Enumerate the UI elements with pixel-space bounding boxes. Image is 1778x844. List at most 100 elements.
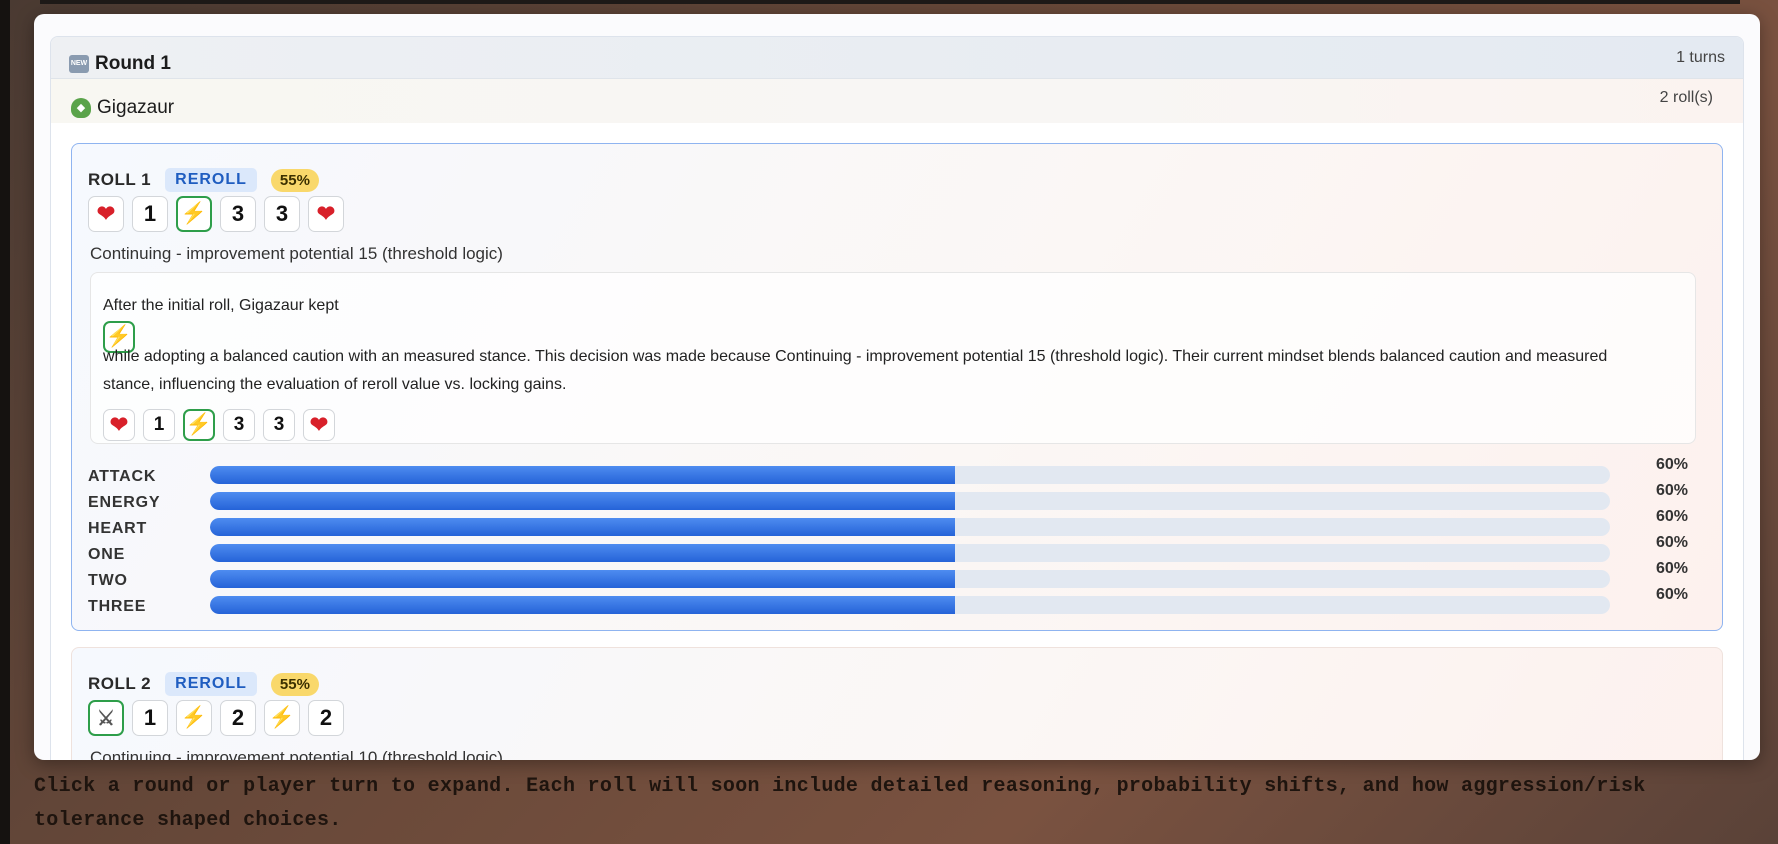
- probability-bar-fill: [210, 492, 955, 510]
- die-value: 3: [233, 414, 245, 435]
- help-text: Click a round or player turn to expand. …: [34, 775, 1646, 832]
- die-heart[interactable]: ❤: [103, 409, 135, 441]
- reasoning-dice-row: ❤ 1 ⚡ 3 3 ❤: [103, 409, 335, 441]
- roll-header: ROLL 1 REROLL 55%: [88, 168, 319, 192]
- probability-bar-track: [210, 596, 1610, 614]
- probability-badge: 55%: [270, 168, 319, 192]
- probability-row-energy: ENERGY 60%: [88, 482, 1708, 514]
- probability-percent: 60%: [1655, 456, 1688, 473]
- die-energy[interactable]: ⚡: [176, 196, 212, 232]
- probability-bars: ATTACK 60% ENERGY 60% HEART 60% ONE 60% TWO 60% TH…: [88, 456, 1708, 618]
- probability-percent: 60%: [1655, 508, 1688, 525]
- reasoning-body: while adopting a balanced caution with a…: [103, 348, 1608, 393]
- round-title: NEW Round 1: [69, 53, 171, 75]
- die-value: 3: [275, 201, 289, 226]
- probability-row-one: ONE 60%: [88, 534, 1708, 566]
- probability-label: HEART: [88, 520, 148, 537]
- probability-percent: 60%: [1655, 534, 1688, 551]
- die-value: 3: [273, 414, 285, 435]
- die-value: 3: [231, 201, 245, 226]
- round-title-text: Round 1: [95, 53, 171, 74]
- die-one[interactable]: 1: [132, 700, 168, 736]
- die-energy[interactable]: ⚡: [264, 700, 300, 736]
- top-divider: [40, 0, 1740, 4]
- roll-status: Continuing - improvement potential 15 (t…: [90, 244, 503, 263]
- probability-row-attack: ATTACK 60%: [88, 456, 1708, 488]
- heart-icon: ❤: [316, 201, 336, 226]
- probability-bar-track: [210, 492, 1610, 510]
- die-attack[interactable]: ⚔: [88, 700, 124, 736]
- probability-percent: 60%: [1655, 560, 1688, 577]
- probability-label: THREE: [88, 598, 147, 615]
- die-three[interactable]: 3: [220, 196, 256, 232]
- heart-icon: ❤: [309, 412, 329, 437]
- energy-icon: ⚡: [185, 413, 213, 436]
- roll-card-2[interactable]: ROLL 2 REROLL 55% ⚔ 1 ⚡ 2 ⚡ 2 Continuing - im…: [71, 647, 1723, 760]
- round-card: NEW Round 1 1 turns ◆ Gigazaur 2 roll(s)…: [50, 36, 1744, 760]
- dice-row: ❤ 1 ⚡ 3 3 ❤: [88, 196, 344, 232]
- die-three[interactable]: 3: [223, 409, 255, 441]
- round-header[interactable]: NEW Round 1 1 turns: [51, 37, 1743, 79]
- heart-icon: ❤: [96, 201, 116, 226]
- energy-icon: ⚡: [180, 706, 208, 729]
- probability-bar-fill: [210, 570, 955, 588]
- roll-label: ROLL 2: [88, 674, 152, 693]
- die-heart[interactable]: ❤: [303, 409, 335, 441]
- probability-row-three: THREE 60%: [88, 586, 1708, 618]
- probability-bar-track: [210, 518, 1610, 536]
- action-badge: REROLL: [165, 672, 257, 696]
- player-name-text: Gigazaur: [97, 97, 175, 118]
- roll-status: Continuing - improvement potential 10 (t…: [90, 748, 503, 760]
- die-one[interactable]: 1: [132, 196, 168, 232]
- die-value: 2: [231, 705, 245, 730]
- probability-bar-track: [210, 466, 1610, 484]
- probability-bar-fill: [210, 544, 955, 562]
- probability-row-heart: HEART 60%: [88, 508, 1708, 540]
- probability-bar-fill: [210, 466, 955, 484]
- reasoning-box: After the initial roll, Gigazaur kept ⚡ …: [90, 272, 1696, 444]
- die-two[interactable]: 2: [220, 700, 256, 736]
- die-value: 1: [153, 414, 165, 435]
- probability-label: ENERGY: [88, 494, 161, 511]
- die-three[interactable]: 3: [263, 409, 295, 441]
- probability-percent: 60%: [1655, 482, 1688, 499]
- monster-icon: ◆: [71, 98, 91, 118]
- energy-icon: ⚡: [180, 202, 208, 225]
- die-heart[interactable]: ❤: [88, 196, 124, 232]
- swords-icon: ⚔: [97, 707, 115, 730]
- probability-label: TWO: [88, 572, 128, 589]
- die-value: 1: [143, 705, 157, 730]
- die-three[interactable]: 3: [264, 196, 300, 232]
- heart-icon: ❤: [109, 412, 129, 437]
- probability-row-two: TWO 60%: [88, 560, 1708, 592]
- roll-header: ROLL 2 REROLL 55%: [88, 672, 319, 696]
- player-turn-header[interactable]: ◆ Gigazaur 2 roll(s): [51, 79, 1743, 123]
- probability-bar-fill: [210, 596, 955, 614]
- action-badge: REROLL: [165, 168, 257, 192]
- roll-card-1[interactable]: ROLL 1 REROLL 55% ❤ 1 ⚡ 3 3 ❤ Continuing - im…: [71, 143, 1723, 631]
- energy-icon: ⚡: [268, 706, 296, 729]
- roll-label: ROLL 1: [88, 170, 152, 189]
- die-energy[interactable]: ⚡: [176, 700, 212, 736]
- die-heart[interactable]: ❤: [308, 196, 344, 232]
- die-one[interactable]: 1: [143, 409, 175, 441]
- turns-count: 1 turns: [1676, 49, 1725, 66]
- probability-label: ATTACK: [88, 468, 157, 485]
- probability-badge: 55%: [270, 672, 319, 696]
- die-value: 1: [143, 201, 157, 226]
- window-edge: [0, 0, 10, 844]
- probability-bar-track: [210, 570, 1610, 588]
- probability-bar-track: [210, 544, 1610, 562]
- new-icon: NEW: [69, 55, 89, 73]
- player-name: ◆ Gigazaur: [71, 97, 174, 119]
- rolls-count: 2 roll(s): [1659, 89, 1713, 106]
- game-log-panel: NEW Round 1 1 turns ◆ Gigazaur 2 roll(s)…: [34, 14, 1760, 760]
- probability-label: ONE: [88, 546, 126, 563]
- probability-percent: 60%: [1655, 586, 1688, 603]
- die-energy[interactable]: ⚡: [183, 409, 215, 441]
- die-two[interactable]: 2: [308, 700, 344, 736]
- reasoning-intro: After the initial roll, Gigazaur kept: [103, 297, 339, 314]
- dice-row: ⚔ 1 ⚡ 2 ⚡ 2: [88, 700, 344, 736]
- probability-bar-fill: [210, 518, 955, 536]
- die-value: 2: [319, 705, 333, 730]
